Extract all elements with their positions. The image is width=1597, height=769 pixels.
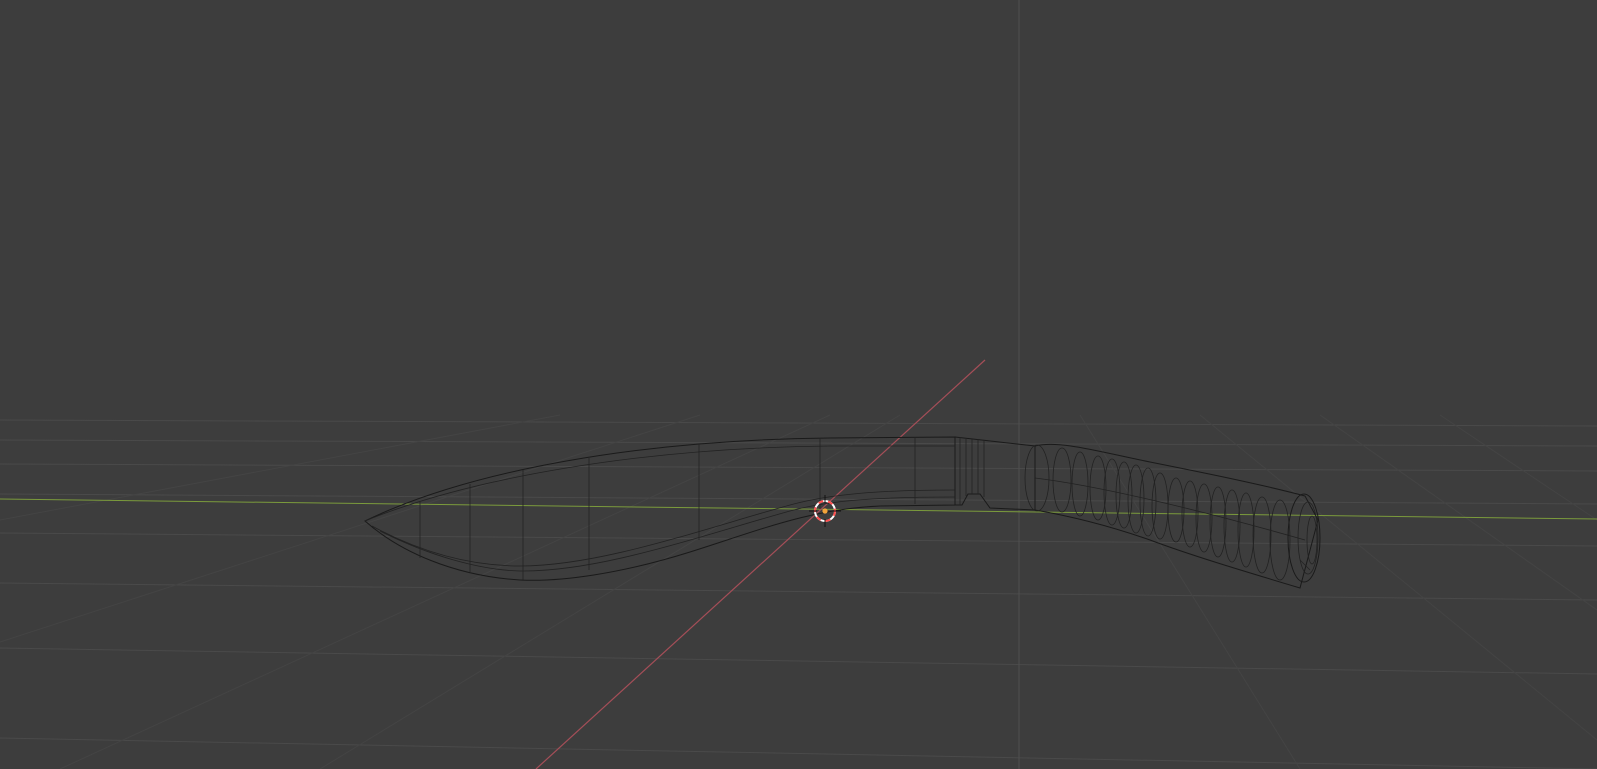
blade-wireframe <box>364 436 956 581</box>
object-origin-icon <box>822 508 828 514</box>
guard-wireframe <box>954 436 1036 511</box>
3d-viewport[interactable] <box>0 0 1597 769</box>
pommel-wireframe <box>1287 493 1321 583</box>
handle-wireframe <box>1024 443 1319 589</box>
y-axis-line <box>535 359 986 769</box>
viewport-canvas[interactable] <box>0 0 1597 769</box>
floor-grid <box>0 419 1597 769</box>
kukri-knife-mesh[interactable] <box>364 436 1321 589</box>
